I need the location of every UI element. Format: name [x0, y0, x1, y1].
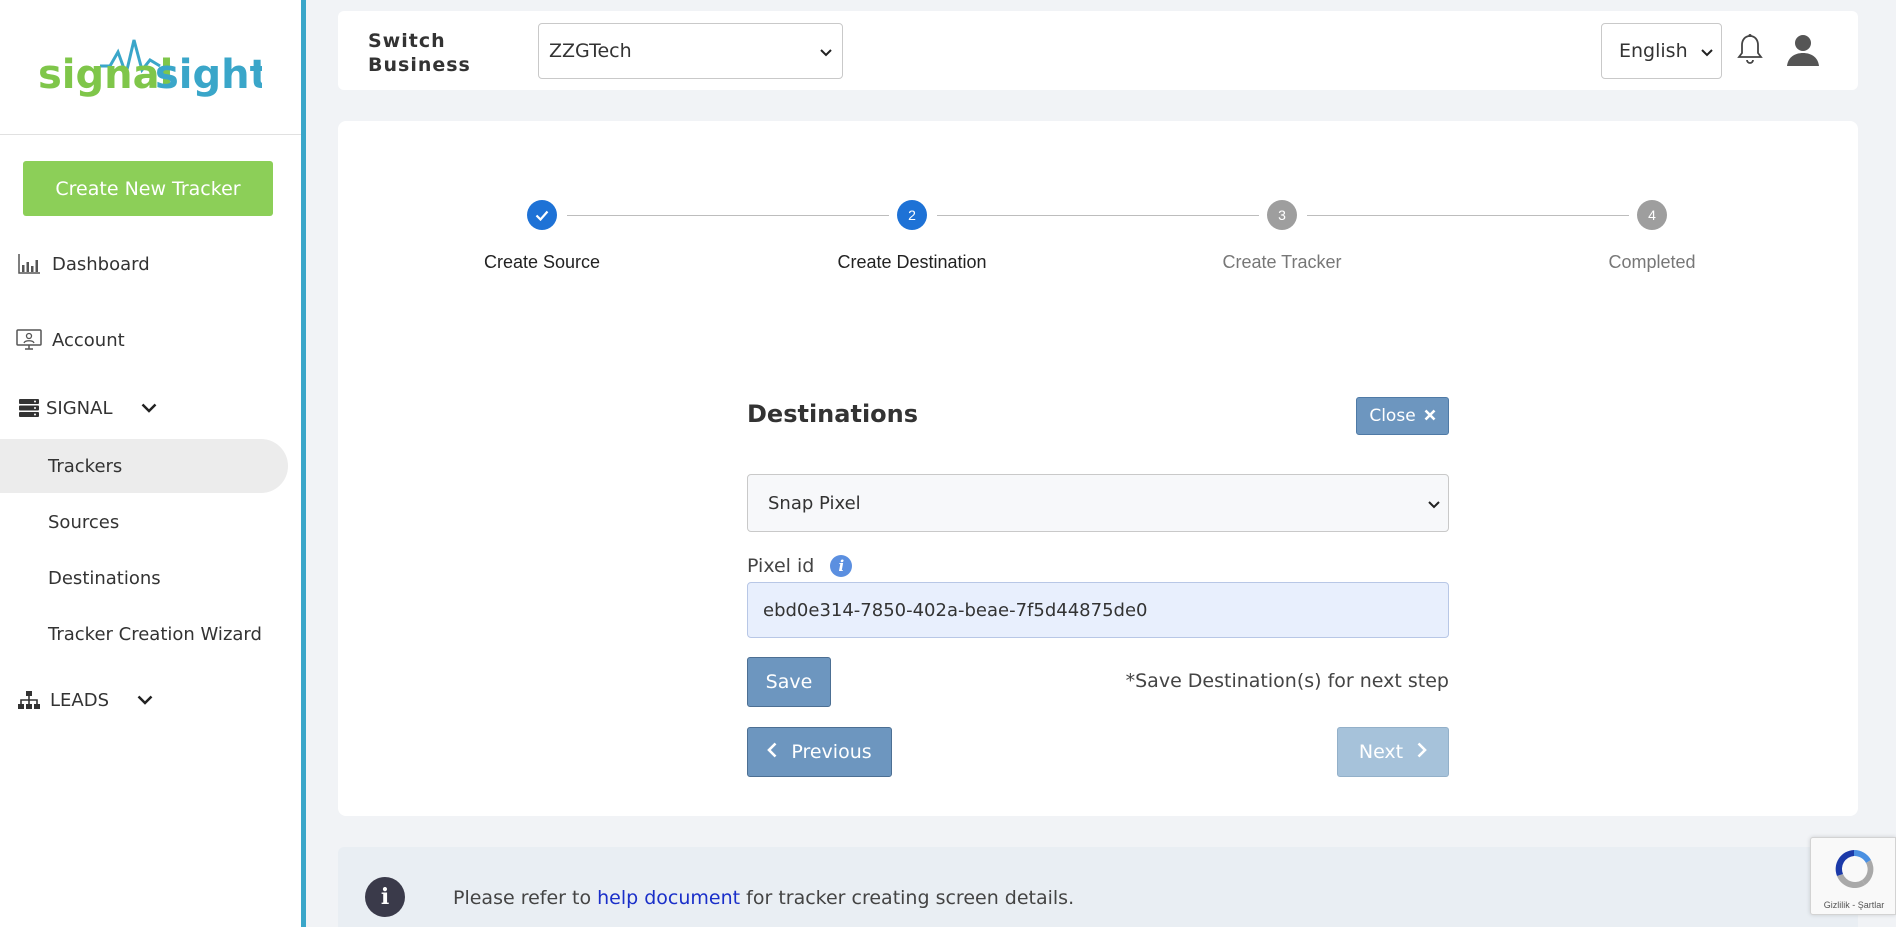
chevron-down-icon — [1428, 493, 1440, 514]
sidebar-item-tracker-creation-wizard[interactable]: Tracker Creation Wizard — [0, 607, 288, 661]
nav-account[interactable]: Account — [0, 313, 290, 367]
step-label: Completed — [1608, 252, 1696, 272]
chevron-down-icon — [137, 695, 153, 705]
language-select-value: English — [1619, 40, 1688, 62]
nav-account-label: Account — [52, 329, 125, 351]
step-label: Create Tracker — [1222, 252, 1342, 272]
save-note: *Save Destination(s) for next step — [1125, 670, 1449, 692]
check-icon — [527, 200, 557, 230]
create-new-tracker-button[interactable]: Create New Tracker — [23, 161, 273, 216]
step-connector — [567, 215, 889, 216]
help-text: Please refer to help document for tracke… — [453, 887, 1074, 909]
step-connector — [1307, 215, 1629, 216]
logo-sight-text: sight — [155, 52, 262, 98]
previous-button-label: Previous — [791, 741, 872, 763]
business-select[interactable]: ZZGTech — [538, 23, 843, 79]
business-select-value: ZZGTech — [549, 40, 632, 62]
chevron-down-icon — [141, 403, 157, 413]
help-text-suffix: for tracker creating screen details. — [740, 887, 1075, 909]
help-text-prefix: Please refer to — [453, 887, 598, 909]
pixel-id-label-text: Pixel id — [747, 555, 815, 577]
server-icon — [16, 395, 42, 421]
sidebar-item-destinations[interactable]: Destinations — [0, 551, 288, 605]
switch-business-label: Switch Business — [368, 30, 471, 76]
chevron-right-icon — [1417, 741, 1427, 763]
close-icon — [1424, 406, 1436, 426]
language-select[interactable]: English — [1601, 23, 1722, 79]
pixel-id-label: Pixel id i — [747, 555, 853, 577]
step-number: 4 — [1637, 200, 1667, 230]
step-connector — [937, 215, 1259, 216]
step-label: Create Destination — [837, 252, 987, 272]
next-button-label: Next — [1358, 741, 1404, 763]
user-avatar-icon[interactable] — [1786, 33, 1820, 72]
logo-signal-text: signal — [38, 52, 173, 98]
sidebar-item-trackers[interactable]: Trackers — [0, 439, 288, 493]
step-number: 2 — [897, 200, 927, 230]
close-button[interactable]: Close — [1356, 397, 1449, 435]
recaptcha-icon — [1835, 849, 1874, 889]
nav-signal-toggle[interactable]: SIGNAL — [0, 381, 290, 435]
step-number: 3 — [1267, 200, 1297, 230]
help-bar: i Please refer to help document for trac… — [338, 847, 1858, 927]
info-icon[interactable]: i — [830, 555, 853, 577]
sidebar: signal sight Create New Tracker Dashboar… — [0, 0, 306, 927]
monitor-user-icon — [16, 327, 42, 353]
destination-type-value: Snap Pixel — [768, 492, 861, 514]
top-header: Switch Business ZZGTech English — [338, 11, 1858, 90]
nav-dashboard[interactable]: Dashboard — [0, 237, 290, 291]
sitemap-icon — [16, 687, 42, 713]
previous-button[interactable]: Previous — [747, 727, 892, 777]
nav-dashboard-label: Dashboard — [52, 253, 150, 275]
save-button[interactable]: Save — [747, 657, 831, 707]
logo[interactable]: signal sight — [0, 0, 301, 135]
recaptcha-terms-text[interactable]: Gizlilik - Şartlar — [1811, 900, 1896, 910]
destinations-title: Destinations — [747, 400, 919, 428]
bell-icon[interactable] — [1737, 33, 1763, 72]
nav-leads-label: LEADS — [50, 689, 110, 711]
nav-signal-label: SIGNAL — [46, 397, 113, 419]
info-icon: i — [365, 877, 405, 917]
next-button[interactable]: Next — [1337, 727, 1449, 777]
pixel-id-input[interactable]: ebd0e314-7850-402a-beae-7f5d44875de0 — [747, 582, 1449, 638]
chevron-left-icon — [767, 741, 777, 763]
destination-type-select[interactable]: Snap Pixel — [747, 474, 1449, 532]
nav-leads-toggle[interactable]: LEADS — [0, 673, 290, 727]
chart-icon — [16, 251, 42, 277]
help-document-link[interactable]: help document — [597, 887, 740, 909]
step-label: Create Source — [483, 252, 601, 272]
tracker-wizard-card: Create Source 2 Create Destination 3 Cre… — [338, 121, 1858, 816]
recaptcha-badge[interactable]: Gizlilik - Şartlar — [1810, 837, 1896, 915]
close-button-label: Close — [1369, 406, 1416, 426]
chevron-down-icon — [1701, 40, 1713, 62]
signalsight-logo-icon: signal sight — [38, 39, 262, 98]
chevron-down-icon — [820, 40, 832, 62]
sidebar-item-sources[interactable]: Sources — [0, 495, 288, 549]
